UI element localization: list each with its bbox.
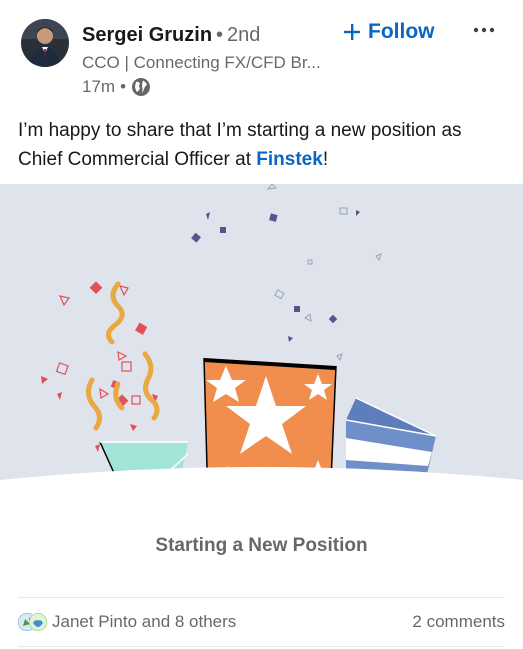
author-name[interactable]: Sergei Gruzin <box>82 24 212 46</box>
celebration-banner[interactable] <box>0 184 523 516</box>
meta-separator: • <box>120 77 127 96</box>
connection-degree: 2nd <box>227 24 261 46</box>
reactions-summary[interactable]: Janet Pinto and 8 others <box>18 612 236 632</box>
follow-label: Follow <box>368 20 435 43</box>
bottom-divider <box>18 646 505 647</box>
reactions-text: Janet Pinto and 8 others <box>52 612 237 631</box>
social-counts: Janet Pinto and 8 others 2 comments <box>18 609 505 635</box>
avatar[interactable] <box>21 19 69 67</box>
follow-button[interactable]: Follow <box>342 17 435 47</box>
celebration-illustration <box>0 184 523 516</box>
author-headline: CCO | Connecting FX/CFD Br... <box>82 53 321 72</box>
support-icon <box>29 613 47 631</box>
post-header: Sergei Gruzin • 2nd CCO | Connecting FX/CF… <box>0 0 523 105</box>
ellipsis-icon[interactable] <box>468 18 500 42</box>
reaction-icons <box>18 612 48 632</box>
name-separator: • <box>216 24 224 46</box>
post-text-body: I’m happy to share that I’m starting a n… <box>18 120 462 170</box>
comments-link[interactable]: 2 comments <box>412 612 505 632</box>
plus-icon <box>342 22 362 42</box>
globe-icon <box>131 77 151 97</box>
post-meta: 17m • <box>82 77 151 97</box>
company-link[interactable]: Finstek <box>256 149 323 170</box>
post-text: I’m happy to share that I’m starting a n… <box>18 116 508 174</box>
author-line: Sergei Gruzin • 2nd <box>82 24 260 47</box>
post-time: 17m <box>82 77 116 96</box>
divider <box>18 597 505 598</box>
banner-caption: Starting a New Position <box>155 535 368 556</box>
post-text-end: ! <box>322 149 329 170</box>
